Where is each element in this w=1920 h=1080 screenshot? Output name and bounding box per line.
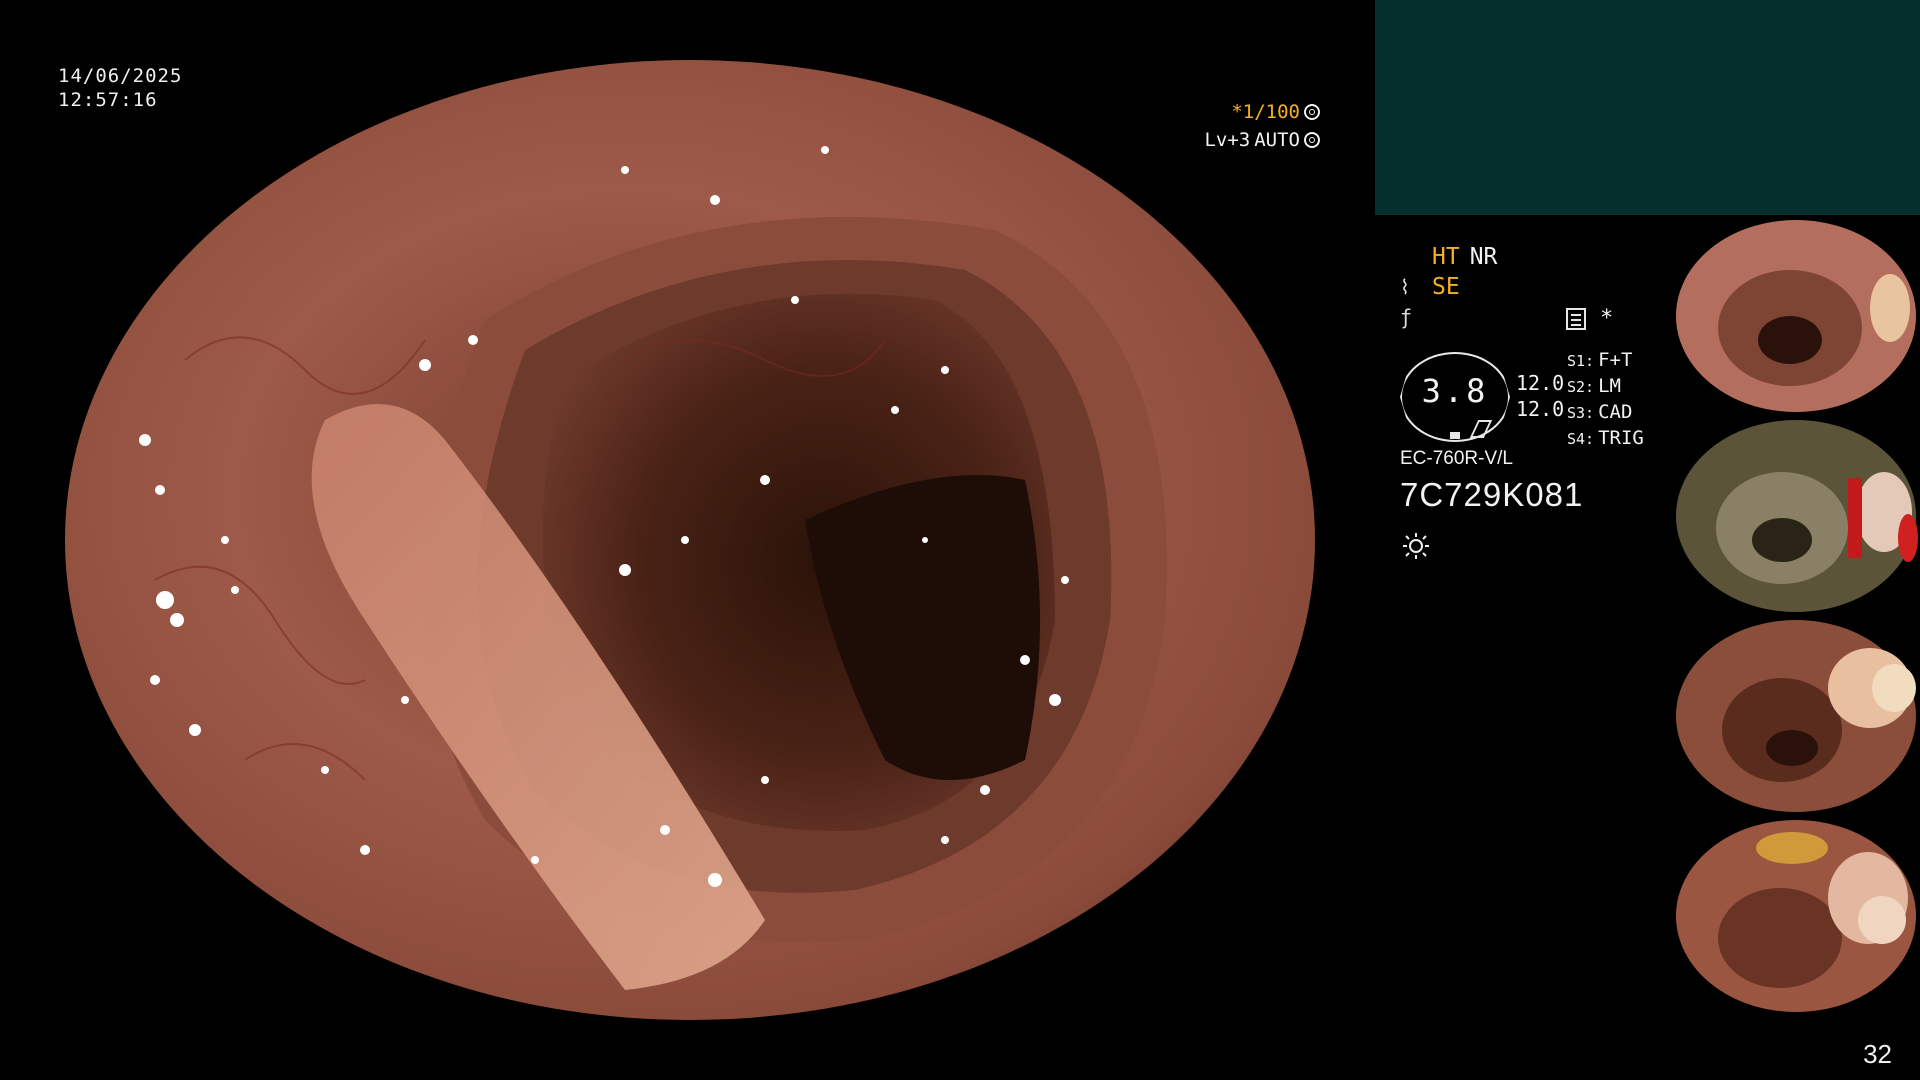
- sun-icon: [1403, 533, 1429, 559]
- gauge-value: 3.8: [1421, 372, 1489, 410]
- patient-info-panel: [1375, 0, 1920, 215]
- exposure-overlay: *1/100 Lv+3 AUTO: [1204, 98, 1320, 154]
- endoscopic-view: [65, 60, 1315, 1020]
- capture-thumbnails: [1672, 218, 1920, 1018]
- scope-switches: S1: F+T S2: LM S3: CAD S4: TRIG: [1567, 348, 1644, 452]
- thumbnail-1[interactable]: [1672, 218, 1920, 414]
- level-readouts: 12.0 12.0: [1516, 370, 1564, 422]
- date-text: 14/06/2025: [58, 65, 183, 87]
- enhance-icon: ⌇: [1400, 275, 1410, 299]
- scope-serial: 7C729K081: [1400, 476, 1584, 513]
- thumbnail-2[interactable]: [1672, 418, 1920, 614]
- gauge-marker: [1450, 432, 1460, 439]
- thumbnail-4[interactable]: [1672, 818, 1920, 1014]
- scope-switch-s2: S2: LM: [1567, 375, 1621, 397]
- scope-switch-s1: S1: F+T: [1567, 349, 1633, 371]
- mode-indicators: HT NR ⌇ SE ƒ: [1400, 242, 1497, 332]
- page-number: 32: [1863, 1039, 1892, 1069]
- time-text: 12:57:16: [58, 89, 158, 111]
- level-readout-2: 12.0: [1516, 397, 1565, 421]
- level-readout-1: 12.0: [1516, 371, 1565, 395]
- freeze-icon: ƒ: [1400, 305, 1413, 329]
- settings-indicator: *: [1566, 306, 1613, 331]
- scope-model: EC-760R-V/L: [1400, 448, 1513, 469]
- document-icon: [1566, 307, 1586, 330]
- mode-nr: NR: [1469, 244, 1498, 270]
- mode-se: SE: [1432, 274, 1460, 300]
- iris-text: AUTO: [1254, 129, 1300, 151]
- star-indicator: *: [1600, 306, 1614, 331]
- thumbnail-3[interactable]: [1672, 618, 1920, 814]
- scope-switch-s3: S3: CAD: [1567, 401, 1633, 423]
- iris-icon: [1304, 132, 1320, 148]
- shutter-icon: [1304, 104, 1320, 120]
- mode-ht: HT: [1432, 244, 1460, 270]
- datetime-overlay: 14/06/2025 12:57:16: [58, 64, 182, 112]
- shutter-text: *1/100: [1231, 101, 1300, 123]
- endoscopy-screen: 14/06/2025 12:57:16 *1/100 Lv+3 AUTO HT …: [0, 0, 1920, 1080]
- level-text: Lv+3: [1204, 129, 1251, 151]
- scope-switch-s4: S4: TRIG: [1567, 427, 1644, 449]
